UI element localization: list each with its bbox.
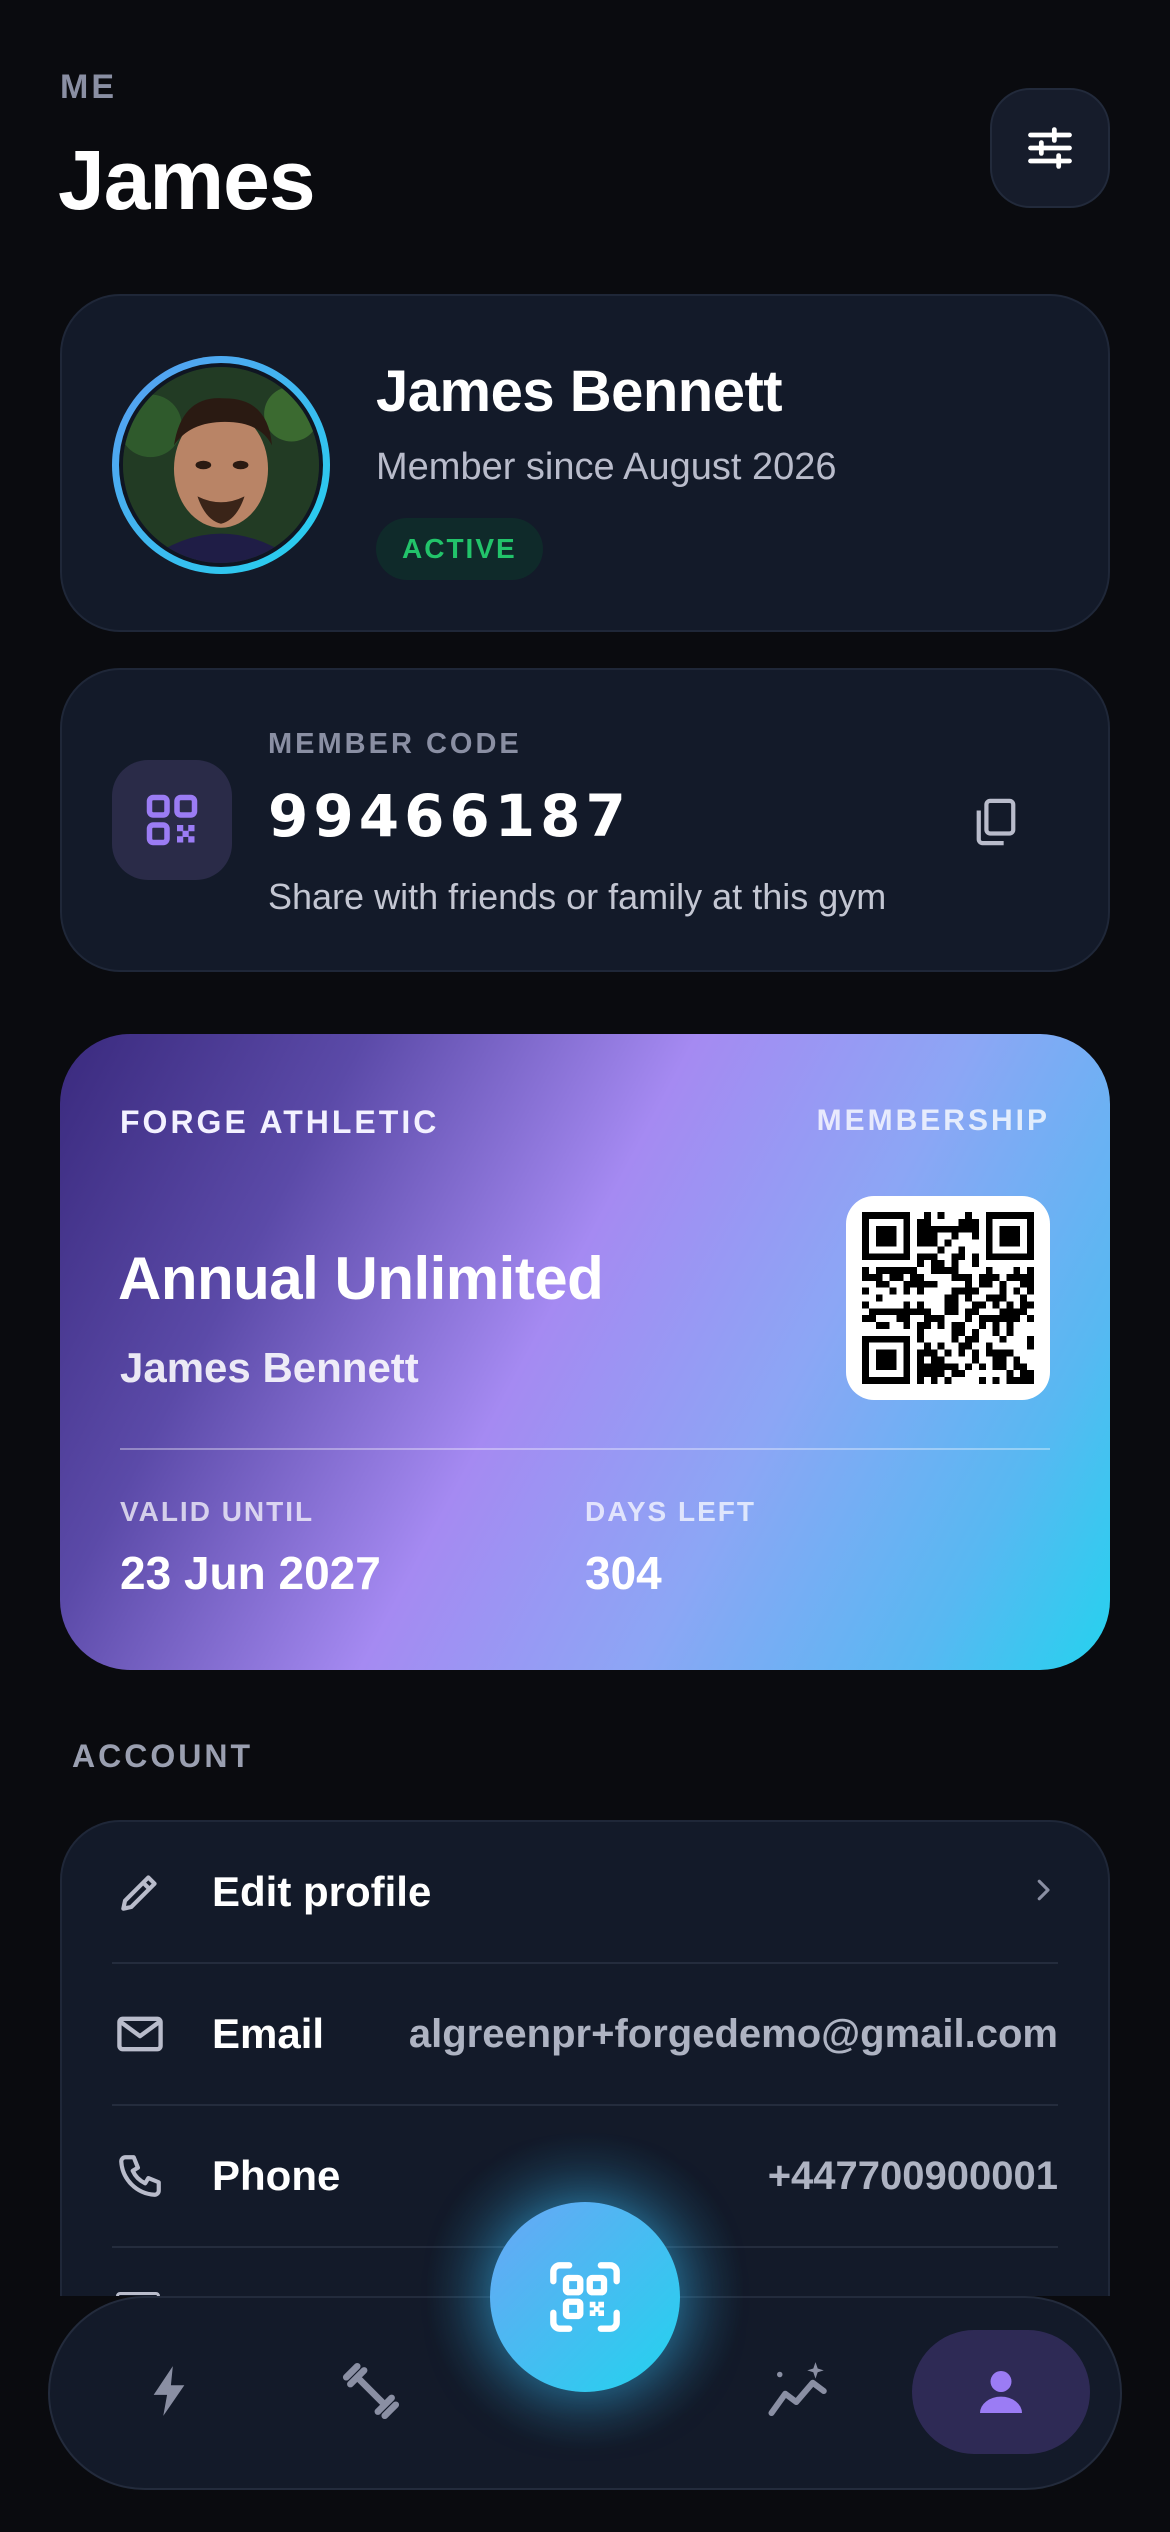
valid-until-value: 23 Jun 2027 xyxy=(120,1547,381,1599)
qr-scan-icon xyxy=(550,2262,620,2332)
membership-divider xyxy=(120,1448,1050,1450)
member-code-card: MEMBER CODE 99466187 Share with friends … xyxy=(60,668,1110,972)
nav-profile[interactable] xyxy=(912,2330,1090,2454)
dumbbell-icon xyxy=(342,2362,400,2420)
membership-label: MEMBERSHIP xyxy=(816,1104,1050,1137)
email-row[interactable]: Email algreenpr+forgedemo@gmail.com xyxy=(112,1964,1058,2104)
user-icon xyxy=(980,2371,1022,2413)
gym-name: FORGE ATHLETIC xyxy=(120,1104,440,1140)
avatar-ring xyxy=(112,356,330,574)
sparkle-chart-icon xyxy=(768,2362,827,2417)
member-code-description: Share with friends or family at this gym xyxy=(268,876,887,917)
email-label: Email xyxy=(212,2010,325,2057)
membership-holder: James Bennett xyxy=(120,1344,419,1391)
pencil-icon xyxy=(112,1864,168,1920)
membership-qr-code[interactable] xyxy=(846,1196,1050,1400)
email-value: algreenpr+forgedemo@gmail.com xyxy=(408,2011,1058,2056)
phone-label: Phone xyxy=(212,2152,341,2199)
edit-profile-row[interactable]: Edit profile xyxy=(112,1822,1058,1962)
page-title: James xyxy=(58,133,316,227)
phone-icon xyxy=(112,2148,168,2204)
member-since: Member since August 2026 xyxy=(376,446,837,488)
copy-icon xyxy=(976,798,1016,846)
nav-activity[interactable] xyxy=(114,2336,224,2446)
sliders-icon xyxy=(1028,127,1072,169)
avatar-photo xyxy=(123,367,319,563)
settings-button[interactable] xyxy=(990,88,1110,208)
profile-card: James Bennett Member since August 2026 A… xyxy=(60,294,1110,632)
member-code-label: MEMBER CODE xyxy=(268,728,522,760)
nav-workouts[interactable] xyxy=(316,2336,426,2446)
scan-button[interactable] xyxy=(490,2202,680,2392)
days-left-value: 304 xyxy=(585,1547,662,1599)
membership-card[interactable]: FORGE ATHLETIC MEMBERSHIP Annual Unlimit… xyxy=(60,1034,1110,1670)
valid-until-label: VALID UNTIL xyxy=(120,1496,315,1527)
avatar[interactable] xyxy=(119,363,323,567)
qr-code-icon xyxy=(146,794,198,846)
member-code-value[interactable]: 99466187 xyxy=(268,782,631,850)
account-section-title: ACCOUNT xyxy=(72,1738,253,1774)
copy-code-button[interactable] xyxy=(968,792,1024,852)
member-code-icon-box xyxy=(112,760,232,880)
plan-name: Annual Unlimited xyxy=(118,1245,604,1312)
status-badge: ACTIVE xyxy=(376,518,543,580)
phone-value: +447700900001 xyxy=(767,2153,1058,2198)
qr-code-image xyxy=(862,1212,1034,1384)
mail-icon xyxy=(112,2006,168,2062)
edit-profile-label: Edit profile xyxy=(212,1868,432,1915)
chevron-right-icon xyxy=(1028,1870,1058,1915)
section-eyebrow: ME xyxy=(60,68,117,106)
days-left-label: DAYS LEFT xyxy=(585,1496,756,1527)
profile-name: James Bennett xyxy=(376,359,783,424)
lightning-icon xyxy=(153,2366,185,2416)
nav-progress[interactable] xyxy=(744,2336,854,2446)
